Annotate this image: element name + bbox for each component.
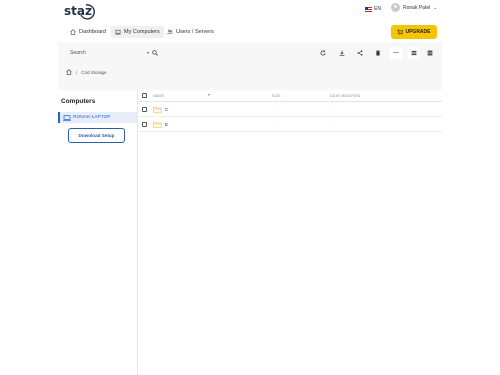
table-row[interactable]: E - -: [139, 117, 442, 132]
breadcrumb-separator: /: [76, 69, 78, 75]
computer-icon: [63, 114, 71, 121]
user-name: Ronak Patel: [403, 4, 431, 11]
share-icon: [357, 50, 363, 56]
tab-label: Dashboard: [79, 29, 106, 35]
sort-caret-icon[interactable]: ▾: [208, 93, 210, 97]
refresh-button[interactable]: [317, 47, 329, 59]
home-icon[interactable]: [66, 69, 72, 75]
avatar: [391, 3, 400, 12]
file-name[interactable]: E: [165, 122, 168, 127]
staz-logo[interactable]: staz: [64, 2, 98, 20]
delete-icon: [375, 50, 381, 56]
column-name[interactable]: NAME: [153, 94, 164, 98]
toolbar-area: Search ▾ — / Crid Storage: [58, 42, 442, 90]
caret-down-icon[interactable]: ▾: [147, 50, 149, 55]
search-input[interactable]: Search: [64, 50, 147, 56]
table-row[interactable]: C - -: [139, 102, 442, 117]
tab-dashboard[interactable]: Dashboard: [66, 26, 110, 38]
share-button[interactable]: [354, 47, 366, 59]
refresh-icon: [320, 50, 326, 56]
grid-view-button[interactable]: [424, 47, 436, 59]
upgrade-label: UPGRADE: [405, 29, 431, 35]
breadcrumb: / Crid Storage: [66, 69, 107, 75]
user-menu[interactable]: Ronak Patel ⌄: [391, 3, 437, 12]
file-table: NAME ▾ SIZE DATE MODIFIED C - - E - -: [139, 90, 442, 132]
sidebar-title: Computers: [61, 98, 96, 105]
home-icon: [70, 29, 76, 35]
more-icon: —: [393, 50, 399, 56]
tab-label: My Computers: [124, 29, 160, 35]
list-view-icon: [411, 50, 417, 56]
tab-my-computers[interactable]: My Computers: [111, 26, 164, 38]
tab-users-servers[interactable]: Users / Servers: [163, 26, 218, 38]
language-selector[interactable]: EN: [365, 6, 381, 12]
tab-label: Users / Servers: [176, 29, 214, 35]
search-box[interactable]: Search ▾: [64, 47, 158, 58]
file-size: -: [272, 122, 274, 127]
download-button[interactable]: [336, 47, 348, 59]
more-button[interactable]: —: [390, 47, 402, 59]
search-icon[interactable]: [152, 49, 158, 56]
sidebar-item-ronak-laptop[interactable]: RONAK-LAPTOP: [58, 112, 137, 123]
grid-view-icon: [427, 50, 433, 56]
svg-text:staz: staz: [64, 4, 92, 18]
us-flag-icon: [365, 6, 372, 12]
delete-button[interactable]: [372, 47, 384, 59]
file-date: -: [330, 107, 332, 112]
column-date-modified[interactable]: DATE MODIFIED: [330, 94, 361, 98]
file-name[interactable]: C: [165, 107, 168, 112]
users-icon: [167, 29, 173, 35]
sidebar: Computers RONAK-LAPTOP Download Setup: [58, 90, 138, 375]
table-header: NAME ▾ SIZE DATE MODIFIED: [139, 90, 442, 102]
download-icon: [339, 50, 345, 56]
list-view-button[interactable]: [408, 47, 420, 59]
file-date: -: [330, 122, 332, 127]
folder-icon: [153, 121, 162, 128]
laptop-icon: [115, 29, 121, 35]
chevron-down-icon: ⌄: [433, 4, 438, 11]
sidebar-item-label: RONAK-LAPTOP: [73, 115, 111, 120]
row-checkbox[interactable]: [142, 122, 147, 127]
file-size: -: [272, 107, 274, 112]
main-nav: Dashboard My Computers Users / Servers U…: [58, 22, 442, 42]
upgrade-button[interactable]: UPGRADE: [391, 25, 437, 39]
column-size[interactable]: SIZE: [272, 94, 281, 98]
select-all-checkbox[interactable]: [142, 93, 147, 98]
breadcrumb-current[interactable]: Crid Storage: [81, 70, 106, 75]
app-window: staz EN Ronak Patel ⌄ Dashboard My Compu…: [0, 0, 500, 375]
row-checkbox[interactable]: [142, 107, 147, 112]
top-header: staz EN Ronak Patel ⌄: [58, 0, 442, 22]
folder-icon: [153, 106, 162, 113]
cart-icon: [397, 29, 404, 35]
language-label: EN: [374, 6, 381, 12]
download-setup-button[interactable]: Download Setup: [68, 128, 125, 143]
